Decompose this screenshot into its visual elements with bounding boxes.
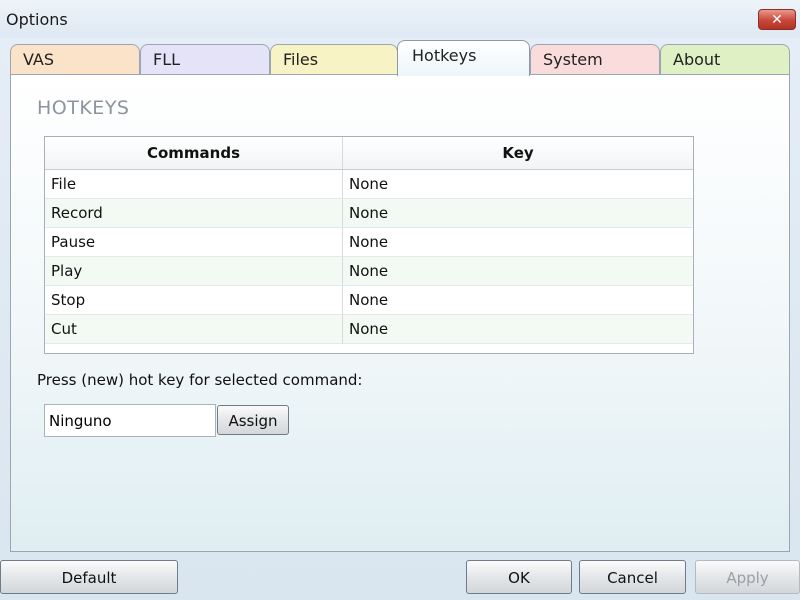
hotkeys-table: Commands Key File None Record None Pause… bbox=[44, 136, 694, 354]
key-cell: None bbox=[349, 291, 389, 309]
section-title: HOTKEYS bbox=[37, 97, 130, 119]
table-row[interactable]: File None bbox=[45, 170, 693, 199]
tab-hotkeys[interactable]: Hotkeys bbox=[397, 40, 530, 76]
tab-label: About bbox=[673, 50, 721, 69]
command-cell: File bbox=[45, 170, 343, 198]
options-window: Options ✕ VAS FLL Files Hotkeys System A… bbox=[0, 0, 800, 600]
window-title: Options bbox=[6, 10, 68, 29]
close-icon: ✕ bbox=[771, 12, 783, 28]
table-header: Commands Key bbox=[45, 137, 693, 170]
close-button[interactable]: ✕ bbox=[758, 9, 796, 30]
key-cell: None bbox=[349, 233, 389, 251]
column-header-commands[interactable]: Commands bbox=[45, 137, 343, 169]
table-row[interactable]: Play None bbox=[45, 257, 693, 286]
table-row[interactable]: Cut None bbox=[45, 315, 693, 344]
command-cell: Record bbox=[45, 199, 343, 227]
ok-button[interactable]: OK bbox=[466, 560, 572, 594]
tab-fll[interactable]: FLL bbox=[140, 44, 270, 74]
command-cell: Stop bbox=[45, 286, 343, 314]
table-row[interactable]: Stop None bbox=[45, 286, 693, 315]
tab-files[interactable]: Files bbox=[270, 44, 398, 74]
apply-button[interactable]: Apply bbox=[695, 560, 800, 594]
command-cell: Pause bbox=[45, 228, 343, 256]
tab-label: Files bbox=[283, 50, 319, 69]
tab-label: FLL bbox=[153, 50, 181, 69]
command-cell: Play bbox=[45, 257, 343, 285]
tab-label: VAS bbox=[23, 50, 55, 69]
tab-label: System bbox=[543, 50, 603, 69]
tab-vas[interactable]: VAS bbox=[10, 44, 140, 74]
tab-label: Hotkeys bbox=[412, 46, 477, 65]
table-row[interactable]: Record None bbox=[45, 199, 693, 228]
title-bar[interactable]: Options ✕ bbox=[0, 0, 800, 38]
command-cell: Cut bbox=[45, 315, 343, 343]
default-button[interactable]: Default bbox=[0, 560, 178, 594]
hotkey-input[interactable] bbox=[44, 404, 216, 437]
cancel-button[interactable]: Cancel bbox=[579, 560, 686, 594]
table-row[interactable]: Pause None bbox=[45, 228, 693, 257]
hotkey-prompt-label: Press (new) hot key for selected command… bbox=[37, 371, 363, 389]
dialog-button-bar: Default OK Cancel Apply bbox=[0, 552, 800, 600]
key-cell: None bbox=[349, 262, 389, 280]
tab-about[interactable]: About bbox=[660, 44, 790, 74]
column-header-key[interactable]: Key bbox=[343, 137, 693, 169]
hotkeys-panel: HOTKEYS Commands Key File None Record No… bbox=[10, 74, 790, 552]
key-cell: None bbox=[349, 175, 389, 193]
tab-system[interactable]: System bbox=[530, 44, 660, 74]
key-cell: None bbox=[349, 320, 389, 338]
assign-button[interactable]: Assign bbox=[217, 405, 289, 435]
key-cell: None bbox=[349, 204, 389, 222]
tab-strip: VAS FLL Files Hotkeys System About bbox=[10, 40, 790, 76]
